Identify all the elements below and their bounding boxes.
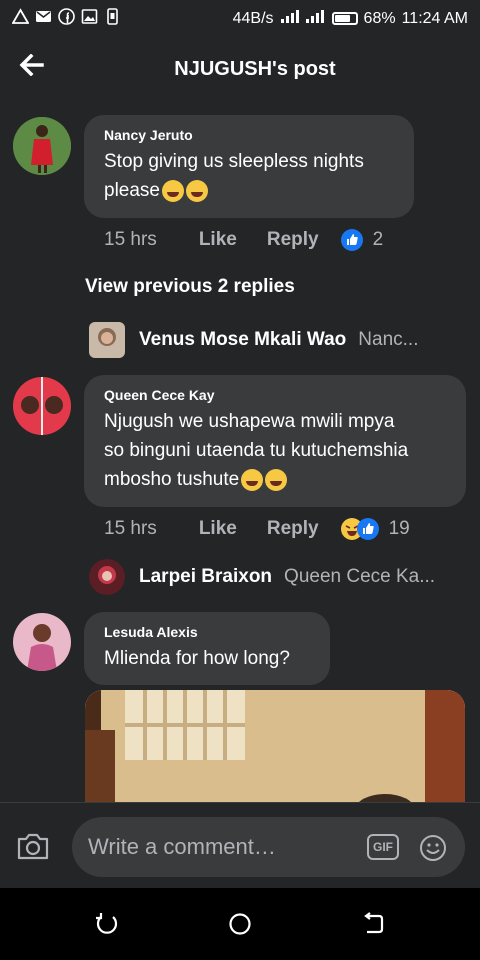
avatar[interactable] [13, 117, 71, 175]
warning-icon [11, 8, 30, 25]
image-icon [81, 8, 98, 25]
avatar[interactable] [89, 322, 125, 358]
grin-emoji-icon [241, 468, 264, 491]
reaction-count[interactable]: 19 [389, 518, 410, 540]
avatar[interactable] [13, 377, 71, 435]
comment-meta: 15 hrs Like Reply 2 [104, 229, 383, 251]
reply-snippet: Nanc... [358, 329, 419, 350]
back-nav-icon[interactable] [362, 912, 386, 936]
page-title: NJUGUSH's post [174, 58, 336, 80]
comment-meta: 15 hrs Like Reply 19 [104, 518, 410, 540]
mail-icon [35, 8, 52, 25]
comment-photo[interactable] [85, 690, 465, 802]
comment-author[interactable]: Nancy Jeruto [104, 127, 394, 143]
rofl-emoji-icon [265, 468, 288, 491]
comment-author[interactable]: Lesuda Alexis [104, 624, 310, 640]
like-button[interactable]: Like [199, 518, 237, 540]
clock: 11:24 AM [401, 9, 468, 27]
comment-composer: Write a comment… GIF [0, 802, 480, 889]
like-reaction-icon[interactable] [340, 229, 363, 251]
like-reaction-icon[interactable] [356, 518, 379, 540]
post-header: NJUGUSH's post [0, 36, 480, 106]
system-nav-bar [0, 888, 480, 960]
comment-text: Njugush we ushapewa mwili mpya so bingun… [104, 411, 409, 491]
status-bar: 44B/s 68% 11:24 AM [0, 0, 480, 36]
reply-author[interactable]: Larpei Braixon [139, 566, 272, 588]
comment-bubble[interactable]: Queen Cece Kay Njugush we ushapewa mwili… [84, 375, 466, 507]
avatar[interactable] [89, 559, 125, 595]
camera-icon[interactable] [16, 831, 52, 863]
view-previous-replies-link[interactable]: View previous 2 replies [85, 276, 295, 298]
reply-snippet: Queen Cece Ka... [284, 566, 436, 587]
battery-level: 68% [363, 9, 396, 27]
recent-apps-icon[interactable] [95, 912, 119, 936]
phone-storage-icon [104, 8, 121, 25]
comment-text: Mlienda for how long? [104, 648, 290, 669]
gif-button[interactable]: GIF [367, 834, 399, 860]
rofl-emoji-icon [162, 179, 184, 202]
network-speed: 44B/s [232, 9, 274, 27]
reply-author[interactable]: Venus Mose Mkali Wao [139, 329, 346, 351]
battery-icon [331, 12, 358, 25]
comment-author[interactable]: Queen Cece Kay [104, 387, 446, 403]
home-icon[interactable] [228, 912, 252, 936]
reply-button[interactable]: Reply [267, 229, 319, 251]
emoji-icon[interactable] [419, 834, 447, 862]
comment-bubble[interactable]: Nancy Jeruto Stop giving us sleepless ni… [84, 115, 414, 218]
rofl-emoji-icon [186, 179, 208, 202]
comment-input[interactable]: Write a comment… [72, 817, 465, 877]
reply-preview[interactable]: Venus Mose Mkali Wao Nanc... [89, 322, 419, 358]
comment-time[interactable]: 15 hrs [104, 518, 157, 540]
reaction-count[interactable]: 2 [373, 229, 384, 251]
signal-icon [280, 8, 326, 29]
like-button[interactable]: Like [199, 229, 237, 251]
avatar[interactable] [13, 613, 71, 671]
reply-button[interactable]: Reply [267, 518, 319, 540]
reply-preview[interactable]: Larpei Braixon Queen Cece Ka... [89, 559, 435, 595]
comment-time[interactable]: 15 hrs [104, 229, 157, 251]
facebook-icon [58, 8, 75, 25]
comment-text: Stop giving us sleepless nights please [104, 151, 364, 202]
comment-bubble[interactable]: Lesuda Alexis Mlienda for how long? [84, 612, 330, 685]
